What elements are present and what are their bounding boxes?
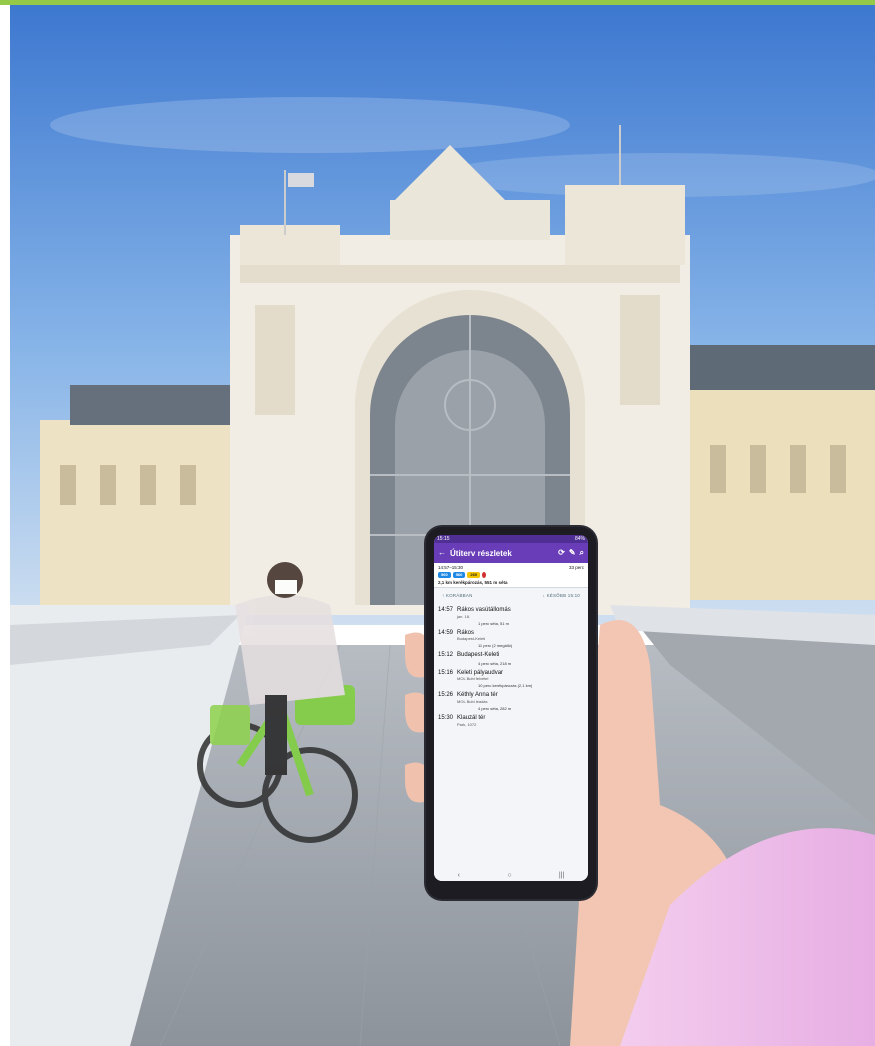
route-badges: 560 560 260 (438, 572, 584, 578)
stop-time: 15:30 (438, 714, 454, 721)
edit-icon[interactable]: ✎ (569, 549, 576, 557)
stop-time: 15:12 (438, 652, 454, 659)
later-button[interactable]: ↓ KÉSŐBB 15:10 (543, 593, 580, 598)
stop-time: 14:57 (438, 607, 454, 613)
status-bar: 15:15 84% (434, 535, 588, 543)
trip-summary: 14:57–15:30 33 perc 560 560 260 2,1 km k… (434, 563, 588, 588)
stop-sub: MOL Bubi leadás (457, 698, 488, 704)
stop-name: Keleti pályaudvar (457, 669, 504, 676)
stop-time: 15:26 (438, 692, 454, 699)
bike-icon (482, 572, 487, 578)
leg-info: 11 perc (2 megálló) (478, 643, 513, 649)
trip-times: 14:57–15:30 (438, 565, 464, 570)
android-nav-bar: ‹ ○ ||| (434, 869, 588, 881)
itinerary-list: 14:57 Rákos vasútállomás jan. 18. 1 perc… (434, 607, 588, 727)
route-badge: 260 (467, 572, 481, 578)
photo-scene: 15:15 84% ← Útiterv részletek ⟳ ✎ ⌕ 14:5… (0, 0, 875, 1046)
stop-name: Klauzál tér (457, 714, 486, 721)
stop-sub: Park, 1072 (457, 721, 477, 727)
leg-info: 10 perc kerékpározás (2,1 km) (478, 683, 533, 689)
list-item[interactable]: 15:16 Keleti pályaudvar MOL Bubi felvéte… (438, 670, 584, 682)
leg-info: 4 perc séta, 218 m (478, 660, 512, 666)
app-bar: ← Útiterv részletek ⟳ ✎ ⌕ (434, 543, 588, 563)
stop-time: 14:59 (438, 629, 454, 636)
bike-summary: 2,1 km kerékpározás, 551 m séta (438, 580, 508, 585)
earlier-label: KORÁBBAN (445, 593, 473, 598)
status-time: 15:15 (437, 536, 450, 542)
list-item[interactable]: 15:30 Klauzál tér Park, 1072 (438, 715, 584, 727)
recents-icon[interactable]: ||| (559, 872, 564, 879)
leg-info: 1 perc séta, 51 m (478, 620, 509, 626)
route-badge: 560 (452, 572, 466, 578)
earlier-button[interactable]: ↑ KORÁBBAN (442, 593, 473, 598)
list-item[interactable]: 15:26 Kéthly Anna tér MOL Bubi leadás (438, 692, 584, 704)
stop-sub: jan. 18. (457, 613, 471, 619)
list-item[interactable]: 14:59 Rákos Budapest-Keleti (438, 630, 584, 642)
list-item[interactable]: 14:57 Rákos vasútállomás jan. 18. (438, 607, 584, 619)
stop-name: Kéthly Anna tér (457, 692, 498, 699)
refresh-icon[interactable]: ⟳ (558, 549, 565, 557)
back-arrow-icon[interactable]: ← (438, 549, 446, 557)
leg-info: 4 perc séta, 282 m (478, 705, 512, 711)
later-label: KÉSŐBB 15:10 (546, 593, 580, 598)
status-battery: 84% (574, 536, 585, 542)
app-title: Útiterv részletek (450, 548, 512, 558)
stop-time: 15:16 (438, 669, 454, 676)
list-item[interactable]: 15:12 Budapest-Keleti (438, 652, 584, 659)
back-icon[interactable]: ‹ (458, 872, 460, 879)
leg-destination: Budapest-Keleti (457, 636, 486, 642)
search-icon[interactable]: ⌕ (580, 549, 584, 557)
stop-name: Rákos vasútállomás (457, 607, 511, 613)
phone-screen: 15:15 84% ← Útiterv részletek ⟳ ✎ ⌕ 14:5… (434, 535, 588, 881)
stop-name: Budapest-Keleti (457, 652, 500, 659)
home-icon[interactable]: ○ (507, 872, 511, 879)
route-badge: 560 (438, 572, 451, 578)
trip-duration: 33 perc (568, 565, 584, 570)
smartphone: 15:15 84% ← Útiterv részletek ⟳ ✎ ⌕ 14:5… (426, 527, 596, 899)
stop-name: Rákos (457, 629, 475, 636)
stop-sub: MOL Bubi felvétel (457, 676, 489, 682)
time-navigation: ↑ KORÁBBAN ↓ KÉSŐBB 15:10 (434, 588, 588, 603)
